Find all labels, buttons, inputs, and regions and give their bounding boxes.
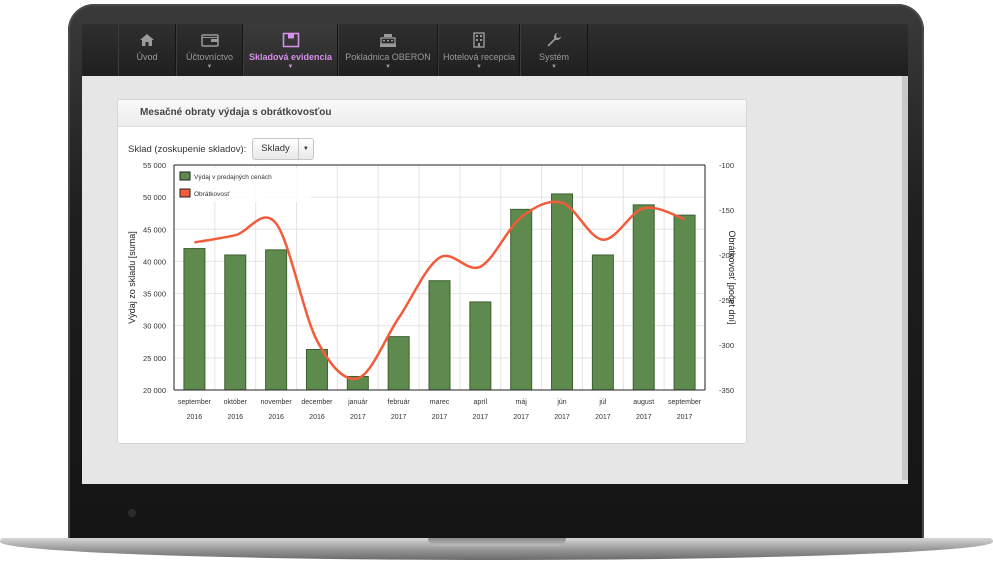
nav-item-label: Účtovníctvo xyxy=(185,52,234,62)
bar xyxy=(510,208,533,391)
x-tick-label: 2017 xyxy=(350,414,366,421)
nav-item-label: Skladová evidencia xyxy=(248,52,333,62)
x-tick-label: december xyxy=(301,399,333,406)
cash-register-icon xyxy=(379,32,397,48)
x-tick-label: marec xyxy=(430,399,450,406)
warehouse-filter: Sklad (zoskupenie skladov): Sklady ▼ xyxy=(128,138,314,160)
x-tick-label: 2017 xyxy=(595,414,611,421)
wallet-icon xyxy=(200,32,219,48)
x-tick-label: október xyxy=(224,399,248,406)
laptop-notch xyxy=(428,538,566,546)
caret-down-icon: ▼ xyxy=(476,64,482,70)
wrench-icon xyxy=(545,32,563,48)
x-tick-label: september xyxy=(178,399,212,406)
chevron-down-icon[interactable]: ▼ xyxy=(299,139,313,159)
x-tick-label: 2017 xyxy=(432,414,448,421)
warehouse-box-icon xyxy=(282,32,300,48)
caret-down-icon: ▼ xyxy=(385,64,391,70)
caret-down-icon: ▼ xyxy=(287,64,294,70)
nav-item-3[interactable]: Pokladnica OBERON ▼ xyxy=(338,24,438,76)
y-tick-label: 45 000 xyxy=(143,225,166,234)
nav-item-4[interactable]: Hotelová recepcia ▼ xyxy=(438,24,520,76)
warehouse-dropdown[interactable]: Sklady ▼ xyxy=(252,138,314,160)
turnover-chart: 20 000 25 000 30 000 35 000 40 000 45 000 50 0… xyxy=(127,161,737,421)
nav-item-0[interactable]: Úvod xyxy=(118,24,176,76)
camera-icon xyxy=(128,509,136,517)
x-tick-label: 2017 xyxy=(513,414,529,421)
bar xyxy=(551,193,574,391)
caret-down-icon: ▼ xyxy=(551,64,557,70)
y-tick-label: 55 000 xyxy=(143,161,166,170)
nav-item-5[interactable]: Systém ▼ xyxy=(520,24,588,76)
y2-tick-label: -150 xyxy=(719,206,734,215)
x-tick-label: január xyxy=(347,399,368,406)
x-tick-label: 2017 xyxy=(636,414,652,421)
x-tick-label: júl xyxy=(598,399,606,406)
bar xyxy=(469,301,492,391)
y2-axis-title: Obrátkovosť [počet dní] xyxy=(727,231,737,325)
y-tick-label: 30 000 xyxy=(143,322,166,331)
x-tick-label: november xyxy=(261,399,293,406)
screen: Úvod Účtovníctvo ▼ Skladová evidencia ▼ Pokla… xyxy=(82,24,908,484)
bar xyxy=(265,249,288,391)
nav-item-label: Systém xyxy=(538,52,569,62)
x-tick-label: 2017 xyxy=(391,414,407,421)
x-tick-label: 2017 xyxy=(677,414,693,421)
bar xyxy=(428,280,451,391)
x-tick-label: apríl xyxy=(474,399,488,406)
x-tick-label: august xyxy=(633,399,654,406)
legend-bar-swatch xyxy=(179,171,191,181)
x-tick-label: 2017 xyxy=(473,414,489,421)
bar xyxy=(224,254,247,391)
caret-down-icon: ▼ xyxy=(206,64,213,70)
x-tick-label: 2016 xyxy=(187,414,203,421)
y-tick-label: 50 000 xyxy=(143,193,166,202)
bar xyxy=(183,248,206,391)
panel-title: Mesačné obraty výdaja s obrátkovosťou xyxy=(118,100,746,127)
nav-item-1[interactable]: Účtovníctvo ▼ xyxy=(176,24,243,76)
hotel-building-icon xyxy=(470,32,488,48)
dropdown-value[interactable]: Sklady xyxy=(253,139,299,159)
x-tick-label: 2016 xyxy=(309,414,325,421)
filter-label: Sklad (zoskupenie skladov): xyxy=(128,143,247,155)
y-tick-label: 35 000 xyxy=(143,290,166,299)
nav-item-2[interactable]: Skladová evidencia ▼ xyxy=(243,24,338,76)
y2-tick-label: -300 xyxy=(719,341,734,350)
legend-label: Výdaj v predajných cenách xyxy=(194,174,272,181)
bar xyxy=(387,336,410,391)
nav-items: Úvod Účtovníctvo ▼ Skladová evidencia ▼ Pokla… xyxy=(118,24,588,76)
bar xyxy=(632,204,655,391)
y-tick-label: 20 000 xyxy=(143,386,166,395)
turnover-panel: Mesačné obraty výdaja s obrátkovosťou Sk… xyxy=(117,99,747,444)
x-tick-label: september xyxy=(668,399,702,406)
scrollbar[interactable] xyxy=(902,76,908,480)
bar xyxy=(591,254,614,391)
y-tick-label: 40 000 xyxy=(143,257,166,266)
legend-line-swatch xyxy=(179,188,191,198)
y-tick-label: 25 000 xyxy=(143,354,166,363)
nav-item-label: Pokladnica OBERON xyxy=(345,52,431,62)
x-tick-label: 2016 xyxy=(268,414,284,421)
x-tick-label: 2017 xyxy=(554,414,570,421)
x-tick-label: máj xyxy=(516,399,528,406)
y-axis-title: Výdaj zo skladu [suma] xyxy=(127,231,137,324)
y2-tick-label: -350 xyxy=(719,386,734,395)
x-tick-label: jún xyxy=(556,399,566,406)
top-navigation: Úvod Účtovníctvo ▼ Skladová evidencia ▼ Pokla… xyxy=(82,24,908,76)
nav-item-label: Úvod xyxy=(136,52,158,62)
home-icon xyxy=(138,32,156,48)
nav-item-label: Hotelová recepcia xyxy=(442,52,516,62)
bar xyxy=(673,214,696,391)
x-tick-label: 2016 xyxy=(227,414,243,421)
x-tick-label: február xyxy=(388,399,411,406)
legend-label: Obrátkovosť xyxy=(194,191,230,198)
y2-tick-label: -100 xyxy=(719,161,734,170)
